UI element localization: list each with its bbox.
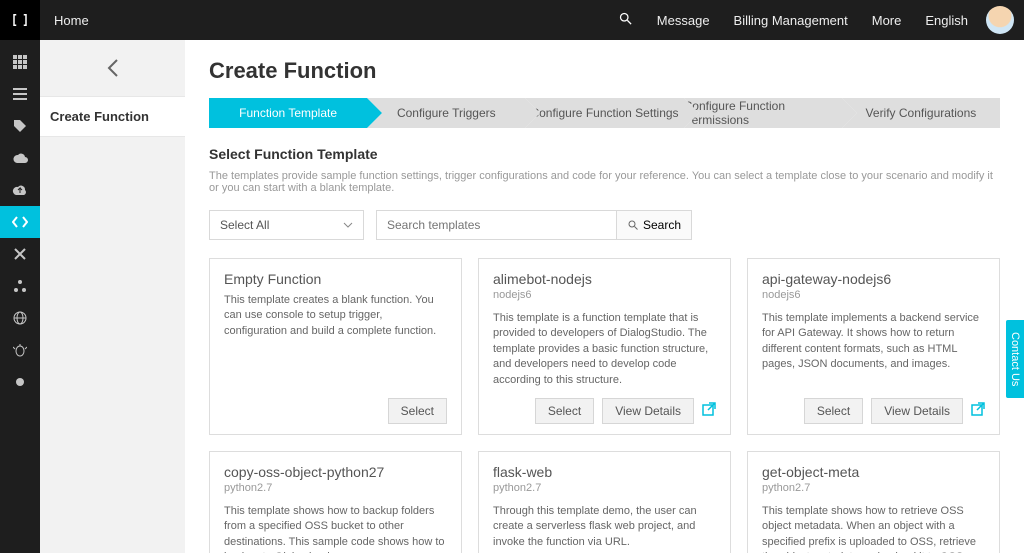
- template-card: api-gateway-nodejs6 nodejs6 This templat…: [747, 258, 1000, 435]
- select-button[interactable]: Select: [388, 398, 447, 424]
- template-card: flask-web python2.7 Through this templat…: [478, 451, 731, 553]
- template-name: get-object-meta: [762, 464, 985, 480]
- template-name: alimebot-nodejs: [493, 271, 716, 287]
- template-name: Empty Function: [224, 271, 447, 287]
- template-description: This template shows how to retrieve OSS …: [762, 504, 985, 553]
- rail-item-list[interactable]: [0, 78, 40, 110]
- rail-item-function[interactable]: [0, 206, 40, 238]
- rail-item-globe[interactable]: [0, 302, 40, 334]
- view-details-button[interactable]: View Details: [871, 398, 963, 424]
- rail-item-bug[interactable]: [0, 334, 40, 366]
- step-settings[interactable]: Configure Function Settings: [525, 98, 683, 128]
- template-runtime: nodejs6: [493, 289, 716, 301]
- rail-item-cloud[interactable]: [0, 142, 40, 174]
- section-heading: Select Function Template: [209, 146, 1000, 162]
- nav-more[interactable]: More: [860, 13, 914, 28]
- wizard-steps: Function Template Configure Triggers Con…: [209, 98, 1000, 128]
- external-link-icon[interactable]: [702, 402, 716, 419]
- left-rail: [0, 40, 40, 553]
- section-hint: The templates provide sample function se…: [209, 170, 1000, 194]
- template-name: flask-web: [493, 464, 716, 480]
- search-icon[interactable]: [606, 11, 645, 29]
- side-tab-create-function[interactable]: Create Function: [40, 96, 185, 137]
- chevron-down-icon: [343, 222, 353, 228]
- template-description: This template creates a blank function. …: [224, 293, 447, 388]
- step-permissions[interactable]: Configure Function Permissions: [684, 98, 842, 128]
- rail-item-apps[interactable]: [0, 46, 40, 78]
- rail-item-shuffle[interactable]: [0, 238, 40, 270]
- logo-icon[interactable]: [0, 0, 40, 40]
- step-verify[interactable]: Verify Configurations: [842, 98, 1000, 128]
- template-runtime: python2.7: [493, 482, 716, 494]
- rail-item-dot[interactable]: [0, 366, 40, 398]
- nav-billing[interactable]: Billing Management: [722, 13, 860, 28]
- nav-message[interactable]: Message: [645, 13, 722, 28]
- template-card: copy-oss-object-python27 python2.7 This …: [209, 451, 462, 553]
- template-description: Through this template demo, the user can…: [493, 504, 716, 553]
- template-description: This template shows how to backup folder…: [224, 504, 447, 553]
- runtime-filter-dropdown[interactable]: Select All: [209, 210, 364, 240]
- rail-item-nodes[interactable]: [0, 270, 40, 302]
- external-link-icon[interactable]: [971, 402, 985, 419]
- search-icon: [627, 219, 639, 231]
- rail-item-upload[interactable]: [0, 174, 40, 206]
- search-button[interactable]: Search: [616, 210, 692, 240]
- template-card: alimebot-nodejs nodejs6 This template is…: [478, 258, 731, 435]
- home-link[interactable]: Home: [40, 13, 103, 28]
- template-runtime: python2.7: [224, 482, 447, 494]
- template-description: This template implements a backend servi…: [762, 311, 985, 388]
- select-button[interactable]: Select: [804, 398, 863, 424]
- back-button[interactable]: [40, 40, 185, 96]
- runtime-filter-label: Select All: [220, 218, 269, 232]
- search-input[interactable]: [376, 210, 616, 240]
- side-panel: Create Function: [40, 40, 185, 553]
- template-runtime: python2.7: [762, 482, 985, 494]
- template-card: get-object-meta python2.7 This template …: [747, 451, 1000, 553]
- template-runtime: nodejs6: [762, 289, 985, 301]
- contact-us-tab[interactable]: Contact Us: [1006, 320, 1024, 398]
- rail-item-tag[interactable]: [0, 110, 40, 142]
- nav-language[interactable]: English: [913, 13, 980, 28]
- avatar[interactable]: [986, 6, 1014, 34]
- template-description: This template is a function template tha…: [493, 311, 716, 388]
- template-name: copy-oss-object-python27: [224, 464, 447, 480]
- select-button[interactable]: Select: [535, 398, 594, 424]
- page-title: Create Function: [209, 58, 1000, 84]
- template-card: Empty Function This template creates a b…: [209, 258, 462, 435]
- view-details-button[interactable]: View Details: [602, 398, 694, 424]
- step-triggers[interactable]: Configure Triggers: [367, 98, 525, 128]
- template-name: api-gateway-nodejs6: [762, 271, 985, 287]
- step-template[interactable]: Function Template: [209, 98, 367, 128]
